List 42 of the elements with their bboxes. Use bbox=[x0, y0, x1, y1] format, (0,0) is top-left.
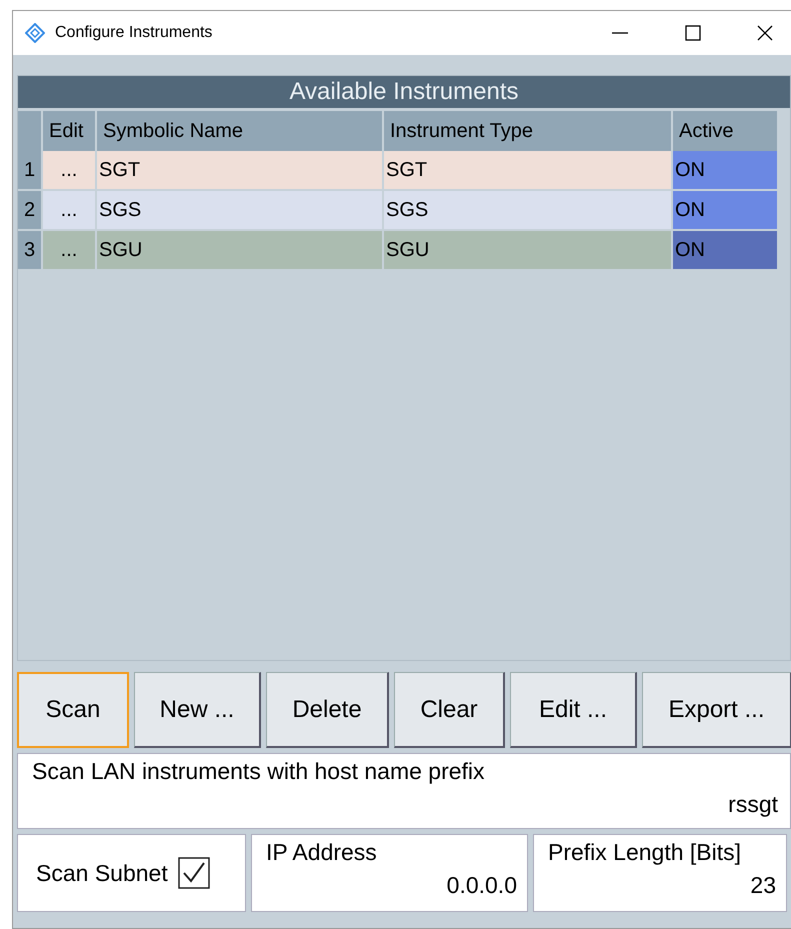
table-cell: SGU bbox=[384, 231, 671, 269]
field-value: 0.0.0.0 bbox=[446, 872, 517, 899]
toolbar-button[interactable]: Edit ... bbox=[510, 672, 637, 748]
table-cell: SGS bbox=[384, 191, 671, 229]
row-number: 3 bbox=[18, 231, 41, 269]
close-icon[interactable] bbox=[757, 25, 773, 41]
field-value: 23 bbox=[750, 872, 776, 899]
corner-header bbox=[18, 111, 41, 151]
toolbar-button[interactable]: Delete bbox=[266, 672, 389, 748]
table-cell: SGT bbox=[97, 151, 382, 189]
table-cell: SGT bbox=[384, 151, 671, 189]
prefix-length-field[interactable]: Prefix Length [Bits] 23 bbox=[533, 834, 787, 912]
table-title: Available Instruments bbox=[18, 76, 790, 108]
checkbox-label: Scan Subnet bbox=[36, 860, 168, 886]
toolbar-button[interactable]: New ... bbox=[134, 672, 261, 748]
edit-cell[interactable]: ... bbox=[43, 231, 95, 269]
toolbar-button[interactable]: Export ... bbox=[642, 672, 791, 748]
table-cell: SGS bbox=[97, 191, 382, 229]
column-header: Instrument Type bbox=[384, 111, 671, 151]
maximize-icon[interactable] bbox=[685, 25, 701, 41]
edit-cell[interactable]: ... bbox=[43, 191, 95, 229]
row-number: 2 bbox=[18, 191, 41, 229]
column-header: Active bbox=[673, 111, 777, 151]
active-cell[interactable]: ON bbox=[673, 231, 777, 269]
checkbox[interactable] bbox=[178, 857, 210, 889]
window-title: Configure Instruments bbox=[55, 24, 212, 42]
field-label: IP Address bbox=[266, 839, 378, 866]
active-cell[interactable]: ON bbox=[673, 151, 777, 189]
field-label: Prefix Length [Bits] bbox=[548, 839, 742, 866]
column-header: Edit bbox=[43, 111, 95, 151]
active-cell[interactable]: ON bbox=[673, 191, 777, 229]
toolbar-button[interactable]: Scan bbox=[17, 672, 129, 748]
column-header: Symbolic Name bbox=[97, 111, 382, 151]
field-value: rssgt bbox=[728, 791, 778, 818]
toolbar-button[interactable]: Clear bbox=[394, 672, 505, 748]
table-cell: SGU bbox=[97, 231, 382, 269]
ip-address-field[interactable]: IP Address 0.0.0.0 bbox=[251, 834, 528, 912]
field-label: Scan LAN instruments with host name prefix bbox=[32, 758, 486, 785]
row-number: 1 bbox=[18, 151, 41, 189]
app-logo-icon bbox=[25, 23, 45, 43]
prefix-field[interactable]: Scan LAN instruments with host name prefix rssgt bbox=[17, 753, 791, 829]
edit-cell[interactable]: ... bbox=[43, 151, 95, 189]
